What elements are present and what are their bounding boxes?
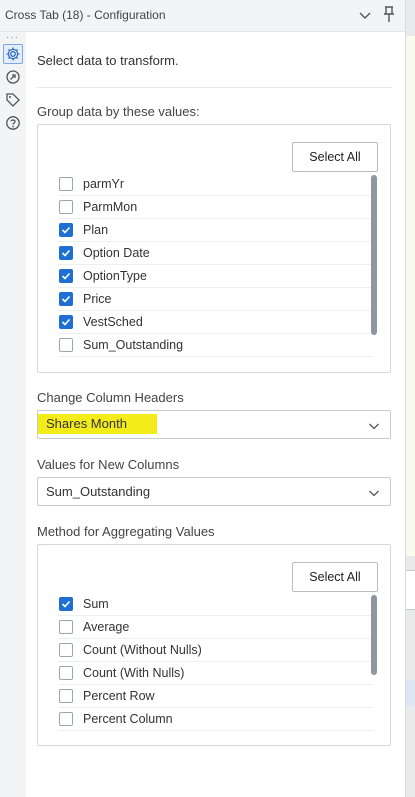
- checkmark-icon: [61, 226, 71, 234]
- window-title: Cross Tab (18) - Configuration: [5, 8, 166, 22]
- list-item-label: Percent Column: [83, 712, 173, 726]
- group-list-scrollbar[interactable]: [371, 175, 377, 335]
- group-fields-box: Select All parmYr ParmMon Plan Option Date O…: [37, 124, 391, 373]
- list-item[interactable]: Sum: [58, 593, 374, 616]
- checkbox-unchecked[interactable]: [59, 338, 73, 352]
- list-item[interactable]: Count (Without Nulls): [58, 639, 374, 662]
- list-item-label: Count (Without Nulls): [83, 643, 202, 657]
- group-fields-list: parmYr ParmMon Plan Option Date OptionType Pr…: [58, 173, 374, 357]
- checkbox-unchecked[interactable]: [59, 620, 73, 634]
- icon-rail: ···: [0, 32, 26, 797]
- list-item[interactable]: Percent Column: [58, 708, 374, 731]
- values-dropdown[interactable]: Sum_Outstanding: [37, 477, 391, 506]
- column-headers-dropdown[interactable]: Shares Month: [37, 410, 391, 439]
- checkmark-icon: [61, 249, 71, 257]
- method-section-label: Method for Aggregating Values: [37, 524, 215, 539]
- pin-icon[interactable]: [381, 5, 397, 23]
- list-item[interactable]: Plan: [58, 219, 374, 242]
- list-item[interactable]: OptionType: [58, 265, 374, 288]
- list-item-label: Sum_Outstanding: [83, 338, 184, 352]
- gear-icon[interactable]: [3, 44, 23, 64]
- list-item-label: Percent Row: [83, 689, 155, 703]
- scrollbar-thumb[interactable]: [371, 595, 377, 675]
- checkmark-icon: [61, 272, 71, 280]
- method-list: Sum Average Count (Without Nulls) Count (Wi…: [58, 593, 374, 733]
- tag-icon[interactable]: [3, 90, 23, 110]
- list-item-label: Sum: [83, 597, 109, 611]
- canvas-fragment: [406, 570, 415, 610]
- checkbox-checked[interactable]: [59, 246, 73, 260]
- list-item[interactable]: ParmMon: [58, 196, 374, 219]
- list-item-label: Count (With Nulls): [83, 666, 185, 680]
- chevron-down-icon[interactable]: [368, 420, 380, 432]
- list-item-label: Option Date: [83, 246, 150, 260]
- checkbox-checked[interactable]: [59, 597, 73, 611]
- chevron-down-icon[interactable]: [358, 8, 372, 22]
- list-item[interactable]: Percent Row: [58, 685, 374, 708]
- checkmark-icon: [61, 318, 71, 326]
- list-item[interactable]: Count (With Nulls): [58, 662, 374, 685]
- checkbox-checked[interactable]: [59, 292, 73, 306]
- scrollbar-thumb[interactable]: [371, 175, 377, 335]
- list-item-label: VestSched: [83, 315, 143, 329]
- values-dropdown-value: Sum_Outstanding: [46, 484, 151, 499]
- method-list-scrollbar[interactable]: [371, 595, 377, 675]
- checkbox-unchecked[interactable]: [59, 666, 73, 680]
- list-item-label: Average: [83, 620, 130, 634]
- intro-text: Select data to transform.: [37, 53, 179, 68]
- method-box: Select All Sum Average Count (Without Null…: [37, 544, 391, 746]
- checkmark-icon: [61, 295, 71, 303]
- checkmark-icon: [61, 600, 71, 608]
- group-select-all-button[interactable]: Select All: [292, 142, 378, 172]
- canvas-fragment: [406, 36, 415, 556]
- group-section-label: Group data by these values:: [37, 104, 200, 119]
- checkbox-checked[interactable]: [59, 315, 73, 329]
- checkbox-unchecked[interactable]: [59, 689, 73, 703]
- checkbox-checked[interactable]: [59, 269, 73, 283]
- column-headers-value: Shares Month: [38, 414, 157, 434]
- headers-section-label: Change Column Headers: [37, 390, 184, 405]
- list-item-label: ParmMon: [83, 200, 138, 214]
- list-item-label: OptionType: [83, 269, 147, 283]
- checkbox-unchecked[interactable]: [59, 643, 73, 657]
- list-item[interactable]: Average: [58, 616, 374, 639]
- method-select-all-button[interactable]: Select All: [292, 562, 378, 592]
- list-item[interactable]: VestSched: [58, 311, 374, 334]
- help-icon[interactable]: [3, 113, 23, 133]
- divider: [37, 87, 392, 88]
- checkbox-unchecked[interactable]: [59, 712, 73, 726]
- configuration-panel: Select data to transform. Group data by …: [26, 32, 405, 797]
- arrow-circle-icon[interactable]: [3, 67, 23, 87]
- checkbox-unchecked[interactable]: [59, 200, 73, 214]
- chevron-down-icon[interactable]: [368, 487, 380, 499]
- canvas-fragment: [406, 680, 415, 706]
- list-item-label: Price: [83, 292, 112, 306]
- more-dots-icon[interactable]: ···: [6, 32, 19, 43]
- background-canvas-strip: [405, 0, 415, 797]
- list-item[interactable]: parmYr: [58, 173, 374, 196]
- values-section-label: Values for New Columns: [37, 457, 180, 472]
- list-item-label: parmYr: [83, 177, 124, 191]
- list-item[interactable]: Sum_Outstanding: [58, 334, 374, 357]
- title-bar: Cross Tab (18) - Configuration: [0, 0, 405, 32]
- list-item[interactable]: Price: [58, 288, 374, 311]
- list-item-label: Plan: [83, 223, 109, 237]
- checkbox-checked[interactable]: [59, 223, 73, 237]
- list-item[interactable]: Option Date: [58, 242, 374, 265]
- checkbox-unchecked[interactable]: [59, 177, 73, 191]
